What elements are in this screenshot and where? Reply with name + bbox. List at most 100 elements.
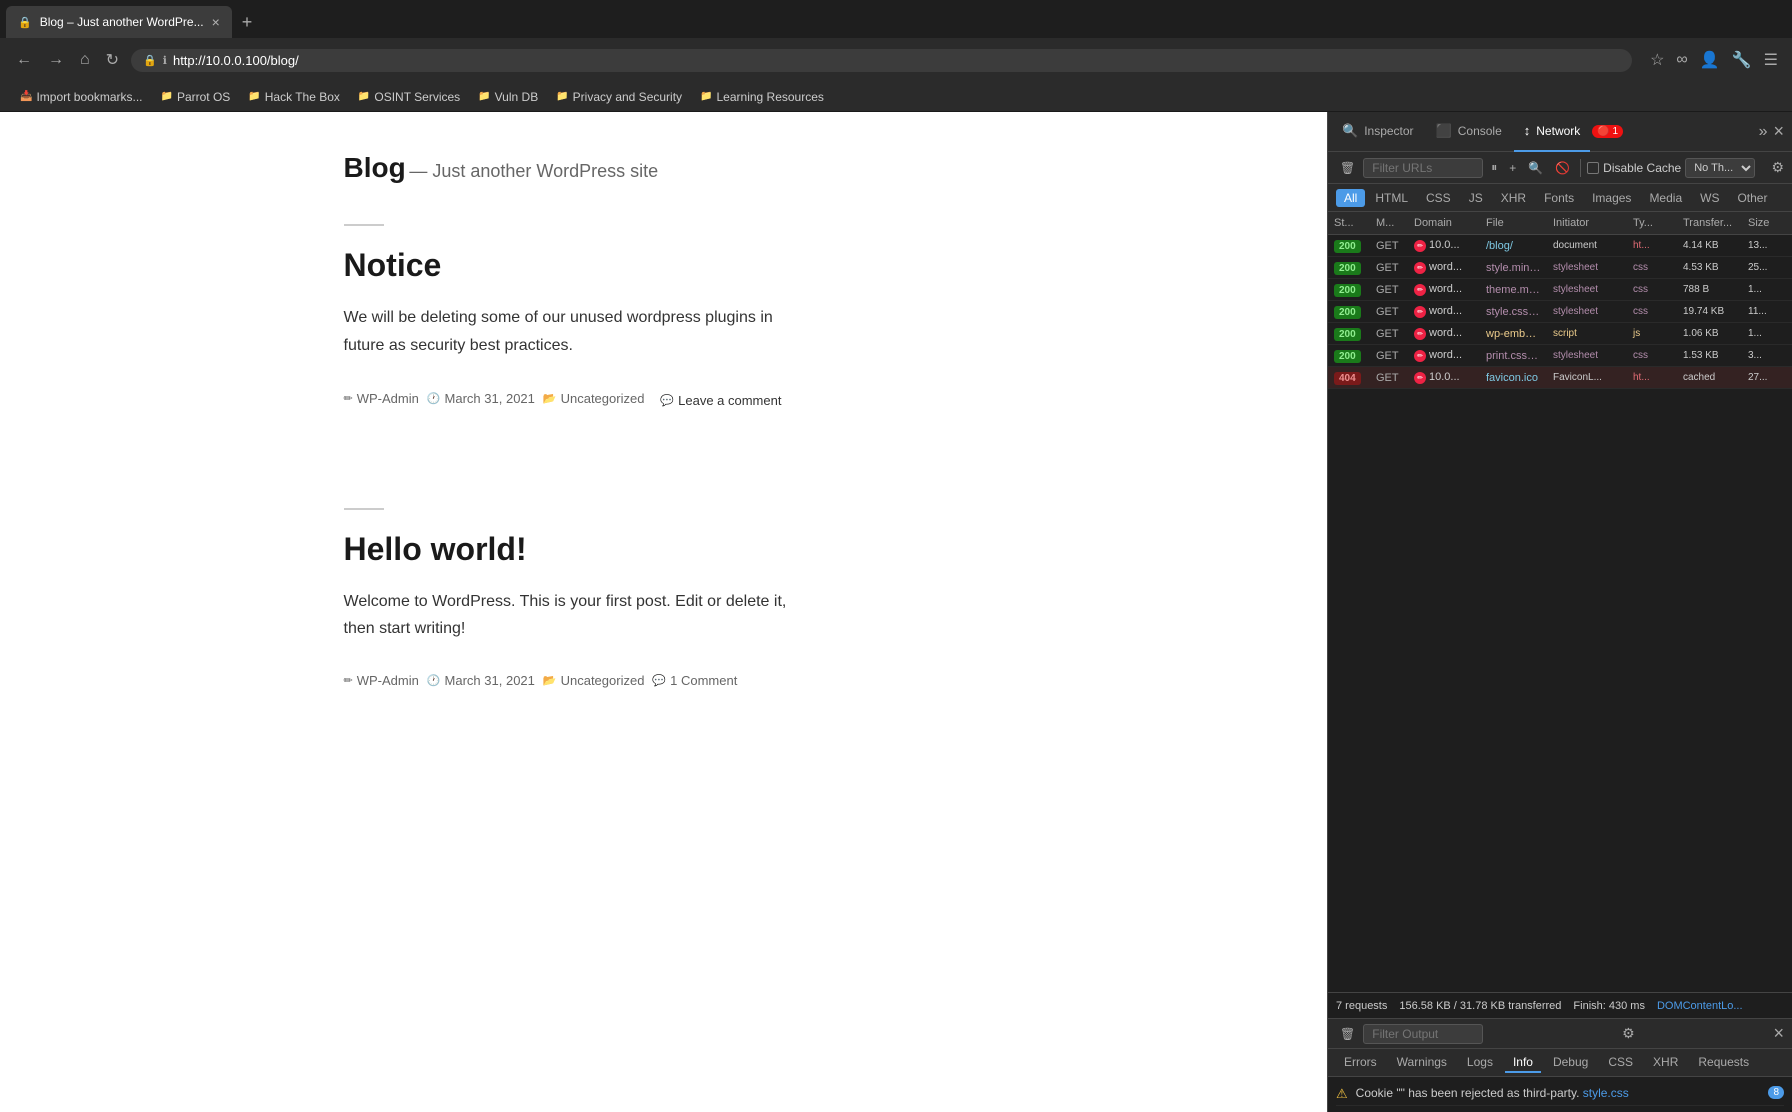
filter-fonts[interactable]: Fonts — [1536, 189, 1582, 207]
col-header-type[interactable]: Ty... — [1627, 215, 1677, 231]
post-content-line2: future as security best practices. — [344, 332, 984, 359]
filter-js[interactable]: JS — [1461, 189, 1491, 207]
disable-cache-checkbox-box[interactable] — [1587, 162, 1599, 174]
forward-button[interactable]: → — [44, 49, 68, 71]
network-row-5[interactable]: 200 GET ✏word... wp-embed.min.js?ver=5.0… — [1328, 323, 1792, 345]
row2-domain-icon: ✏ — [1414, 262, 1426, 274]
console-link[interactable]: style.css — [1583, 1086, 1629, 1100]
network-settings-icon[interactable]: ⚙ — [1771, 159, 1784, 176]
blog-title: Blog — [344, 152, 406, 183]
col-header-transfer[interactable]: Transfer... — [1677, 215, 1742, 231]
bookmark-privacy[interactable]: 📁 Privacy and Security — [548, 88, 690, 106]
folder-icon-privacy: 📁 — [556, 91, 568, 102]
row7-domain: ✏10.0... — [1408, 369, 1480, 386]
user-avatar-icon[interactable]: 👤 — [1698, 48, 1722, 72]
filter-xhr[interactable]: XHR — [1493, 189, 1534, 207]
row7-initiator: FaviconL... — [1547, 370, 1627, 385]
pause-recording-button[interactable]: ⏸ — [1487, 158, 1501, 177]
network-row-7[interactable]: 404 GET ✏10.0... favicon.ico FaviconL...… — [1328, 367, 1792, 389]
tab-favicon: 🔒 — [18, 16, 32, 29]
filter-html[interactable]: HTML — [1367, 189, 1416, 207]
col-header-domain[interactable]: Domain — [1408, 215, 1480, 231]
bookmark-import[interactable]: 📥 Import bookmarks... — [12, 88, 150, 106]
block-request-button[interactable]: 🚫 — [1551, 159, 1574, 177]
menu-icon[interactable]: ☰ — [1762, 48, 1780, 72]
console-settings-icon[interactable]: ⚙ — [1622, 1025, 1635, 1042]
row5-transfer: 1.06 KB — [1677, 326, 1742, 341]
network-row-6[interactable]: 200 GET ✏word... print.css?ver=1.2 style… — [1328, 345, 1792, 367]
back-button[interactable]: ← — [12, 49, 36, 71]
filter-other[interactable]: Other — [1729, 189, 1775, 207]
tab-inspector[interactable]: 🔍 Inspector — [1332, 112, 1424, 152]
tab-network[interactable]: ↕ Network — [1514, 112, 1591, 152]
disable-cache-checkbox[interactable]: Disable Cache — [1587, 161, 1681, 175]
col-header-size[interactable]: Size — [1742, 215, 1792, 231]
ctab-errors[interactable]: Errors — [1336, 1053, 1385, 1073]
filter-images[interactable]: Images — [1584, 189, 1639, 207]
network-icon: ↕ — [1524, 123, 1531, 138]
bookmark-parrot[interactable]: 📁 Parrot OS — [152, 88, 238, 106]
bookmark-learning-label: Learning Resources — [717, 90, 824, 104]
webpage: Blog — Just another WordPress site Notic… — [0, 112, 1327, 1112]
url-protocol-icon: ℹ — [163, 54, 167, 67]
network-toolbar: 🗑 ⏸ + 🔍 🚫 Disable Cache No Th... ⚙ — [1328, 152, 1792, 184]
console-close-button[interactable]: × — [1773, 1023, 1784, 1044]
search-network-button[interactable]: 🔍 — [1524, 159, 1547, 177]
ctab-css[interactable]: CSS — [1600, 1053, 1641, 1073]
post-content-notice: We will be deleting some of our unused w… — [344, 304, 984, 358]
filter-css[interactable]: CSS — [1418, 189, 1459, 207]
bookmark-star-icon[interactable]: ☆ — [1648, 48, 1666, 72]
row7-transfer: cached — [1677, 370, 1742, 385]
col-header-initiator[interactable]: Initiator — [1547, 215, 1627, 231]
row4-domain: ✏word... — [1408, 303, 1480, 320]
ctab-requests[interactable]: Requests — [1690, 1053, 1757, 1073]
clear-network-button[interactable]: 🗑 — [1336, 159, 1359, 177]
devtools-more-button[interactable]: » — [1759, 123, 1768, 141]
devtools-close-button[interactable]: × — [1769, 121, 1788, 142]
tab-console[interactable]: ⬛ Console — [1426, 112, 1512, 152]
filter-all[interactable]: All — [1336, 189, 1365, 207]
network-row-1[interactable]: 200 GET ✏10.0... /blog/ document ht... 4… — [1328, 235, 1792, 257]
clear-console-button[interactable]: 🗑 — [1336, 1025, 1359, 1043]
pocket-icon[interactable]: ∞ — [1674, 49, 1689, 71]
leave-comment-link[interactable]: Leave a comment — [678, 393, 781, 408]
col-header-file[interactable]: File — [1480, 215, 1547, 231]
status-transferred: 156.58 KB / 31.78 KB transferred — [1399, 1000, 1561, 1012]
bookmark-htb[interactable]: 📁 Hack The Box — [240, 88, 348, 106]
tab-close-button[interactable]: × — [212, 14, 220, 30]
wrench-icon[interactable]: 🔧 — [1730, 48, 1754, 72]
col-header-status[interactable]: St... — [1328, 215, 1370, 231]
filter-output-input[interactable] — [1363, 1024, 1483, 1044]
add-filter-button[interactable]: + — [1505, 159, 1520, 177]
blog-header: Blog — Just another WordPress site — [344, 152, 984, 184]
bookmark-vuln[interactable]: 📁 Vuln DB — [470, 88, 546, 106]
reload-button[interactable]: ↻ — [102, 48, 123, 72]
col-header-method[interactable]: M... — [1370, 215, 1408, 231]
network-row-4[interactable]: 200 GET ✏word... style.css?ver=1.2 style… — [1328, 301, 1792, 323]
new-tab-button[interactable]: + — [236, 12, 259, 33]
throttle-select[interactable]: No Th... — [1685, 158, 1755, 178]
ctab-warnings[interactable]: Warnings — [1389, 1053, 1455, 1073]
home-button[interactable]: ⌂ — [76, 49, 94, 71]
filter-urls-input[interactable] — [1363, 158, 1483, 178]
bookmark-osint[interactable]: 📁 OSINT Services — [350, 88, 468, 106]
ctab-info[interactable]: Info — [1505, 1053, 1541, 1073]
network-row-2[interactable]: 200 GET ✏word... style.min.css?ver=5.0.1… — [1328, 257, 1792, 279]
row7-domain-icon: ✏ — [1414, 372, 1426, 384]
network-row-3[interactable]: 200 GET ✏word... theme.min.css?ver=5.0.1… — [1328, 279, 1792, 301]
post-comment-link-notice[interactable]: 💬 Leave a comment — [660, 393, 781, 408]
post-content-hello: Welcome to WordPress. This is your first… — [344, 588, 984, 642]
row4-domain-icon: ✏ — [1414, 306, 1426, 318]
console-message-1: ⚠ Cookie "" has been rejected as third-p… — [1336, 1083, 1784, 1106]
filter-media[interactable]: Media — [1641, 189, 1690, 207]
filter-ws[interactable]: WS — [1692, 189, 1727, 207]
active-tab[interactable]: 🔒 Blog – Just another WordPre... × — [6, 6, 232, 38]
date-icon-hello: 🕐 — [427, 674, 441, 687]
ctab-debug[interactable]: Debug — [1545, 1053, 1596, 1073]
url-input[interactable] — [173, 53, 1620, 68]
console-label: Console — [1458, 124, 1502, 138]
ctab-logs[interactable]: Logs — [1459, 1053, 1501, 1073]
ctab-xhr[interactable]: XHR — [1645, 1053, 1686, 1073]
bookmark-learning[interactable]: 📁 Learning Resources — [692, 88, 832, 106]
inspector-icon: 🔍 — [1342, 123, 1358, 139]
